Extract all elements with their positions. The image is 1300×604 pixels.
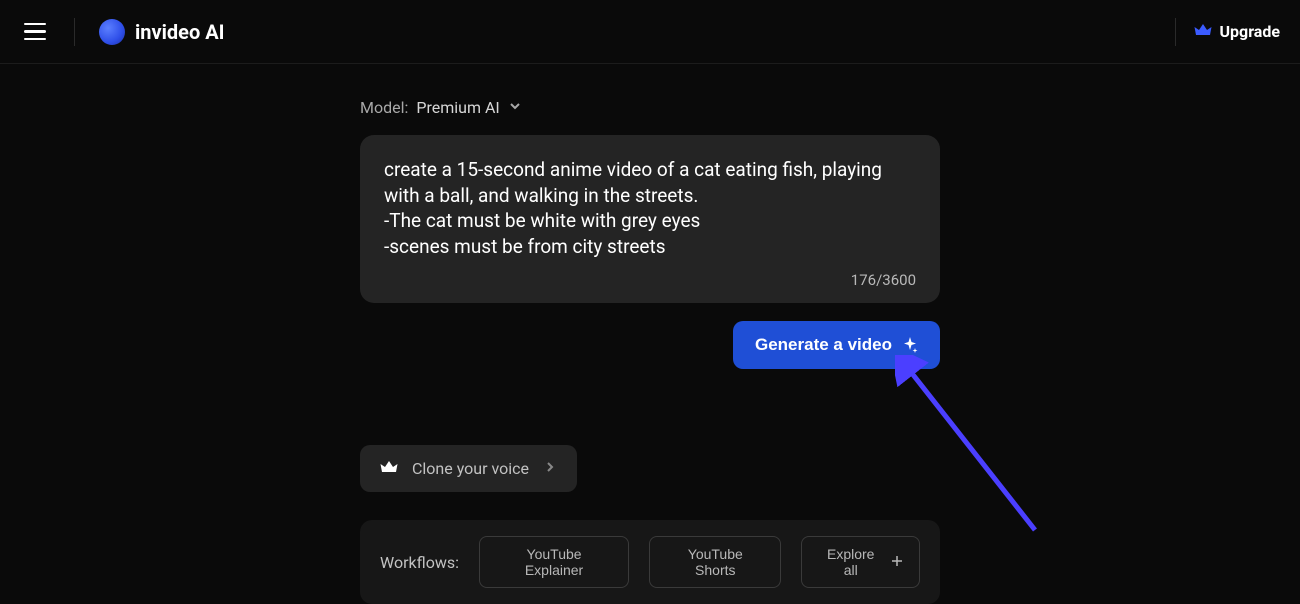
upgrade-label: Upgrade	[1220, 22, 1281, 41]
model-label: Model:	[360, 98, 408, 117]
model-value: Premium AI	[416, 98, 499, 117]
app-header: invideo AI Upgrade	[0, 0, 1300, 64]
clone-voice-label: Clone your voice	[412, 459, 529, 478]
workflow-explore-all[interactable]: Explore all	[801, 536, 920, 588]
workflow-youtube-shorts[interactable]: YouTube Shorts	[649, 536, 781, 588]
chevron-right-icon	[543, 459, 557, 478]
brand-logo[interactable]: invideo AI	[99, 19, 225, 45]
workflow-youtube-explainer[interactable]: YouTube Explainer	[479, 536, 629, 588]
workflows-label: Workflows:	[380, 553, 459, 572]
divider	[74, 18, 75, 46]
content-wrap: Model: Premium AI create a 15-second ani…	[360, 98, 940, 604]
sparkle-icon	[902, 337, 918, 353]
generate-row: Generate a video	[360, 321, 940, 369]
workflow-label: Explore all	[818, 546, 883, 578]
plus-icon	[891, 554, 903, 570]
workflow-label: YouTube Shorts	[666, 546, 764, 578]
prompt-box: create a 15-second anime video of a cat …	[360, 135, 940, 303]
crown-icon	[380, 459, 398, 478]
workflows-row: Workflows: YouTube Explainer YouTube Sho…	[360, 520, 940, 604]
divider	[1175, 18, 1176, 46]
brand-name: invideo AI	[135, 20, 225, 44]
crown-icon	[1194, 22, 1212, 41]
clone-voice-button[interactable]: Clone your voice	[360, 445, 577, 492]
header-left: invideo AI	[20, 18, 225, 46]
generate-video-button[interactable]: Generate a video	[733, 321, 940, 369]
model-selector[interactable]: Model: Premium AI	[360, 98, 940, 117]
main-content: Model: Premium AI create a 15-second ani…	[0, 64, 1300, 604]
generate-label: Generate a video	[755, 335, 892, 355]
upgrade-button[interactable]: Upgrade	[1194, 22, 1281, 41]
char-count: 176/3600	[384, 271, 916, 289]
logo-icon	[99, 19, 125, 45]
header-right: Upgrade	[1175, 18, 1281, 46]
chevron-down-icon	[508, 98, 522, 117]
prompt-input[interactable]: create a 15-second anime video of a cat …	[384, 157, 916, 261]
workflow-label: YouTube Explainer	[496, 546, 612, 578]
menu-button[interactable]	[20, 19, 50, 45]
